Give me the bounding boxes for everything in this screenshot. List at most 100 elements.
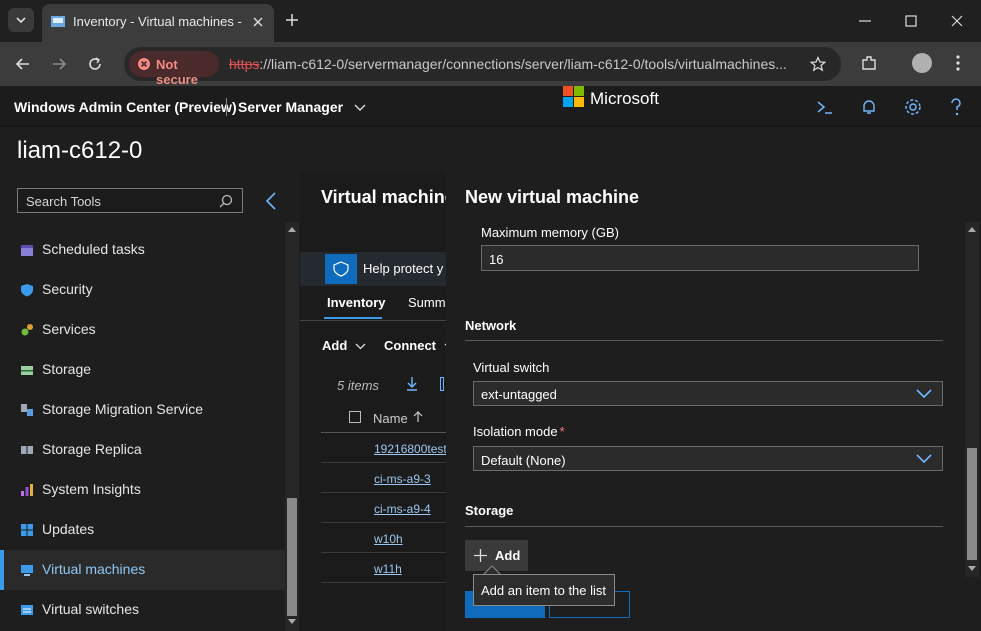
profile-avatar[interactable] <box>912 53 932 73</box>
new-vm-panel: New virtual machine Maximum memory (GB) … <box>446 172 981 631</box>
help-icon[interactable] <box>949 97 963 117</box>
sidebar-item-updates[interactable]: Updates <box>0 510 285 550</box>
search-tools-input[interactable]: Search Tools <box>17 188 243 213</box>
not-secure-chip[interactable]: Not secure <box>129 51 219 87</box>
sidebar-item-security[interactable]: Security <box>0 270 285 310</box>
page-title: Virtual machine <box>321 187 446 207</box>
sidebar-item-virtual-machines[interactable]: Virtual machines <box>0 550 285 590</box>
maximize-icon[interactable] <box>904 14 918 28</box>
max-memory-value: 16 <box>489 252 504 267</box>
virtual-switch-label: Virtual switch <box>473 360 550 375</box>
tab-inventory[interactable]: Inventory <box>327 295 386 310</box>
context-label: Server Manager <box>238 99 344 115</box>
network-heading: Network <box>465 318 517 333</box>
microsoft-logo-icon <box>563 86 584 107</box>
app-name: Windows Admin Center (Preview) <box>14 99 237 115</box>
reload-icon[interactable] <box>86 55 104 73</box>
active-tab[interactable]: Inventory - Virtual machines - S <box>42 4 274 42</box>
banner-text: Help protect y <box>363 261 444 276</box>
table-row[interactable]: ci-ms-a9-3 <box>374 472 431 486</box>
sidebar-item-label: Security <box>42 281 93 297</box>
virtual-switch-select[interactable]: ext-untagged <box>473 381 943 406</box>
forward-icon[interactable] <box>50 55 68 73</box>
header-divider <box>226 98 227 116</box>
address-bar[interactable]: Not secure https://liam-c612-0/serverman… <box>124 47 841 87</box>
browser-tab-bar: Inventory - Virtual machines - S <box>0 0 981 42</box>
sidebar-item-system-insights[interactable]: System Insights <box>0 470 285 510</box>
panel-scroll-thumb[interactable] <box>967 448 977 560</box>
select-all-checkbox[interactable] <box>349 411 361 423</box>
sidebar-item-label: Storage Replica <box>42 441 142 457</box>
download-icon[interactable] <box>405 376 419 392</box>
sidebar-item-storage-replica[interactable]: Storage Replica <box>0 430 285 470</box>
sidebar-item-scheduled-tasks[interactable]: Scheduled tasks <box>0 230 285 270</box>
sidebar-item-virtual-switches[interactable]: Virtual switches <box>0 590 285 630</box>
chevron-down-icon <box>916 454 932 464</box>
isolation-mode-label: Isolation mode * <box>473 424 565 439</box>
sidebar-item-storage-migration-service[interactable]: Storage Migration Service <box>0 390 285 430</box>
new-tab-icon[interactable] <box>285 13 299 27</box>
search-icon <box>219 194 233 208</box>
table-row[interactable]: w11h <box>374 562 402 576</box>
column-name-label: Name <box>373 411 408 426</box>
wac-header: Windows Admin Center (Preview) Server Ma… <box>0 86 981 127</box>
close-tab-icon[interactable] <box>252 16 264 28</box>
context-switcher[interactable]: Server Manager <box>238 99 366 117</box>
chevron-down-icon <box>354 104 366 111</box>
max-memory-input[interactable]: 16 <box>481 245 919 271</box>
sidebar-item-label: Virtual machines <box>42 561 146 577</box>
panel-scrollbar[interactable] <box>965 222 979 577</box>
table-row[interactable]: 19216800test <box>374 442 446 456</box>
sort-ascending-icon <box>413 411 423 422</box>
column-settings-icon[interactable] <box>440 377 444 391</box>
tools-sidebar: Search Tools Scheduled tasks Security Se… <box>0 172 300 631</box>
powershell-icon[interactable] <box>816 98 834 116</box>
scroll-down-icon[interactable] <box>968 566 976 572</box>
notifications-bell-icon[interactable] <box>861 98 877 116</box>
row-divider <box>321 552 446 553</box>
table-row[interactable]: ci-ms-a9-4 <box>374 502 431 516</box>
scroll-down-icon[interactable] <box>288 619 296 625</box>
storage-icon <box>21 366 33 375</box>
extensions-icon[interactable] <box>860 54 878 72</box>
shield-icon <box>333 261 349 277</box>
chevron-down-icon <box>355 343 366 350</box>
tab-search-button[interactable] <box>8 8 34 32</box>
settings-gear-icon[interactable] <box>904 98 922 116</box>
close-window-icon[interactable] <box>950 14 964 28</box>
table-row[interactable]: w10h <box>374 532 403 546</box>
active-indicator <box>0 550 4 590</box>
migration-icon <box>21 404 33 416</box>
sidebar-item-label: Scheduled tasks <box>42 241 145 257</box>
server-manager-favicon-icon <box>51 16 65 27</box>
sidebar-item-label: Storage Migration Service <box>42 401 204 417</box>
storage-divider <box>465 526 943 527</box>
tab-title: Inventory - Virtual machines - S <box>73 14 243 29</box>
scroll-up-icon[interactable] <box>968 226 976 232</box>
required-asterisk: * <box>559 424 565 439</box>
sidebar-item-storage[interactable]: Storage <box>0 350 285 390</box>
browser-toolbar: Not secure https://liam-c612-0/serverman… <box>0 42 981 87</box>
add-menu-button[interactable]: Add <box>322 338 366 353</box>
back-icon[interactable] <box>14 55 32 73</box>
sidebar-scroll-thumb[interactable] <box>287 498 297 616</box>
microsoft-brand: Microsoft <box>590 89 659 108</box>
column-header-name[interactable]: Name <box>373 411 423 426</box>
url-scheme: https <box>229 56 260 72</box>
url-path: ://liam-c612-0/servermanager/connections… <box>259 56 787 72</box>
bookmark-star-icon[interactable] <box>810 56 826 72</box>
calendar-icon <box>21 245 33 256</box>
connect-menu-button[interactable]: Connect <box>384 338 446 353</box>
sidebar-scrollbar[interactable] <box>285 222 299 631</box>
sidebar-item-services[interactable]: Services <box>0 310 285 350</box>
collapse-sidebar-icon[interactable] <box>264 191 278 211</box>
updates-icon <box>21 524 33 536</box>
chevron-down-icon <box>916 389 932 399</box>
isolation-mode-select[interactable]: Default (None) <box>473 446 943 471</box>
more-menu-icon[interactable] <box>951 54 965 72</box>
tab-summary[interactable]: Summ <box>408 295 446 310</box>
sidebar-item-label: Virtual switches <box>42 601 140 617</box>
scroll-up-icon[interactable] <box>288 226 296 232</box>
row-divider <box>321 522 446 523</box>
minimize-icon[interactable] <box>858 14 872 28</box>
